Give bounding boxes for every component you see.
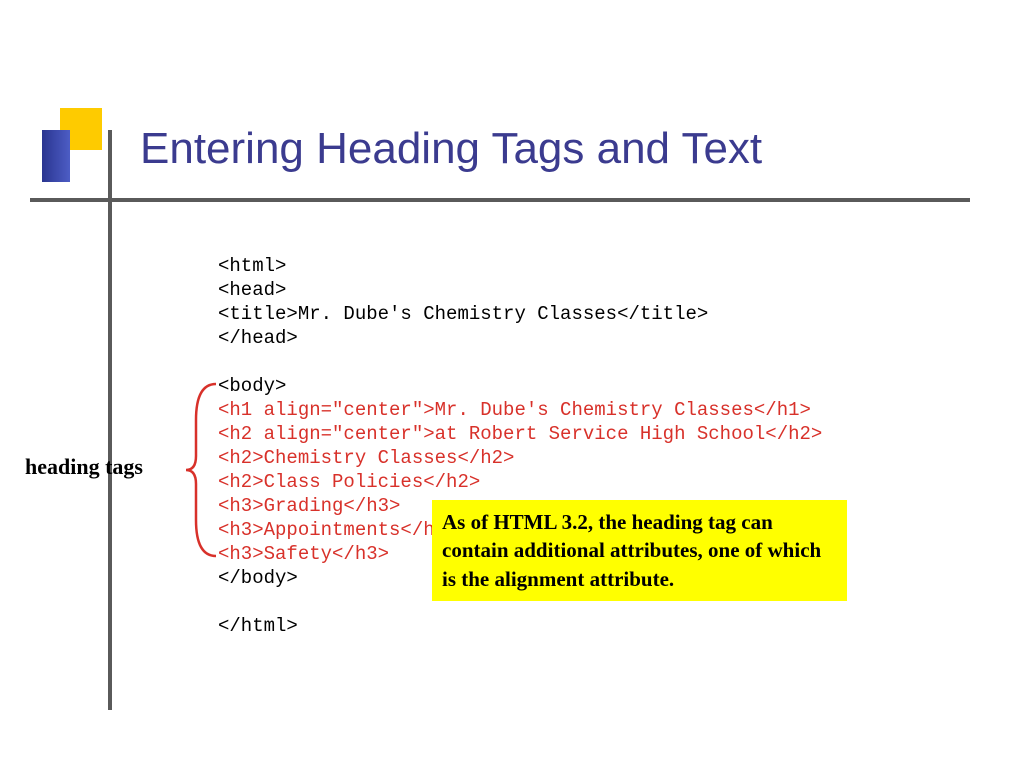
code-line: </body>	[218, 567, 298, 589]
code-line: </head>	[218, 327, 298, 349]
code-heading-line: <h3>Grading</h3>	[218, 495, 400, 517]
horizontal-divider	[30, 198, 970, 202]
code-heading-line: <h2>Class Policies</h2>	[218, 471, 480, 493]
code-heading-line: <h2 align="center">at Robert Service Hig…	[218, 423, 822, 445]
code-line: <title>Mr. Dube's Chemistry Classes</tit…	[218, 303, 708, 325]
code-heading-line: <h1 align="center">Mr. Dube's Chemistry …	[218, 399, 811, 421]
note-callout: As of HTML 3.2, the heading tag can cont…	[432, 500, 847, 601]
code-line: </html>	[218, 615, 298, 637]
blue-square-icon	[42, 130, 70, 182]
heading-tags-label: heading tags	[25, 454, 143, 480]
code-heading-line: <h3>Safety</h3>	[218, 543, 389, 565]
code-line: <html>	[218, 255, 286, 277]
bracket-icon	[182, 380, 222, 560]
code-heading-line: <h3>Appointments</h3>	[218, 519, 457, 541]
code-line: <head>	[218, 279, 286, 301]
slide-title: Entering Heading Tags and Text	[140, 124, 762, 174]
code-line: <body>	[218, 375, 286, 397]
vertical-divider	[108, 130, 112, 710]
code-heading-line: <h2>Chemistry Classes</h2>	[218, 447, 514, 469]
